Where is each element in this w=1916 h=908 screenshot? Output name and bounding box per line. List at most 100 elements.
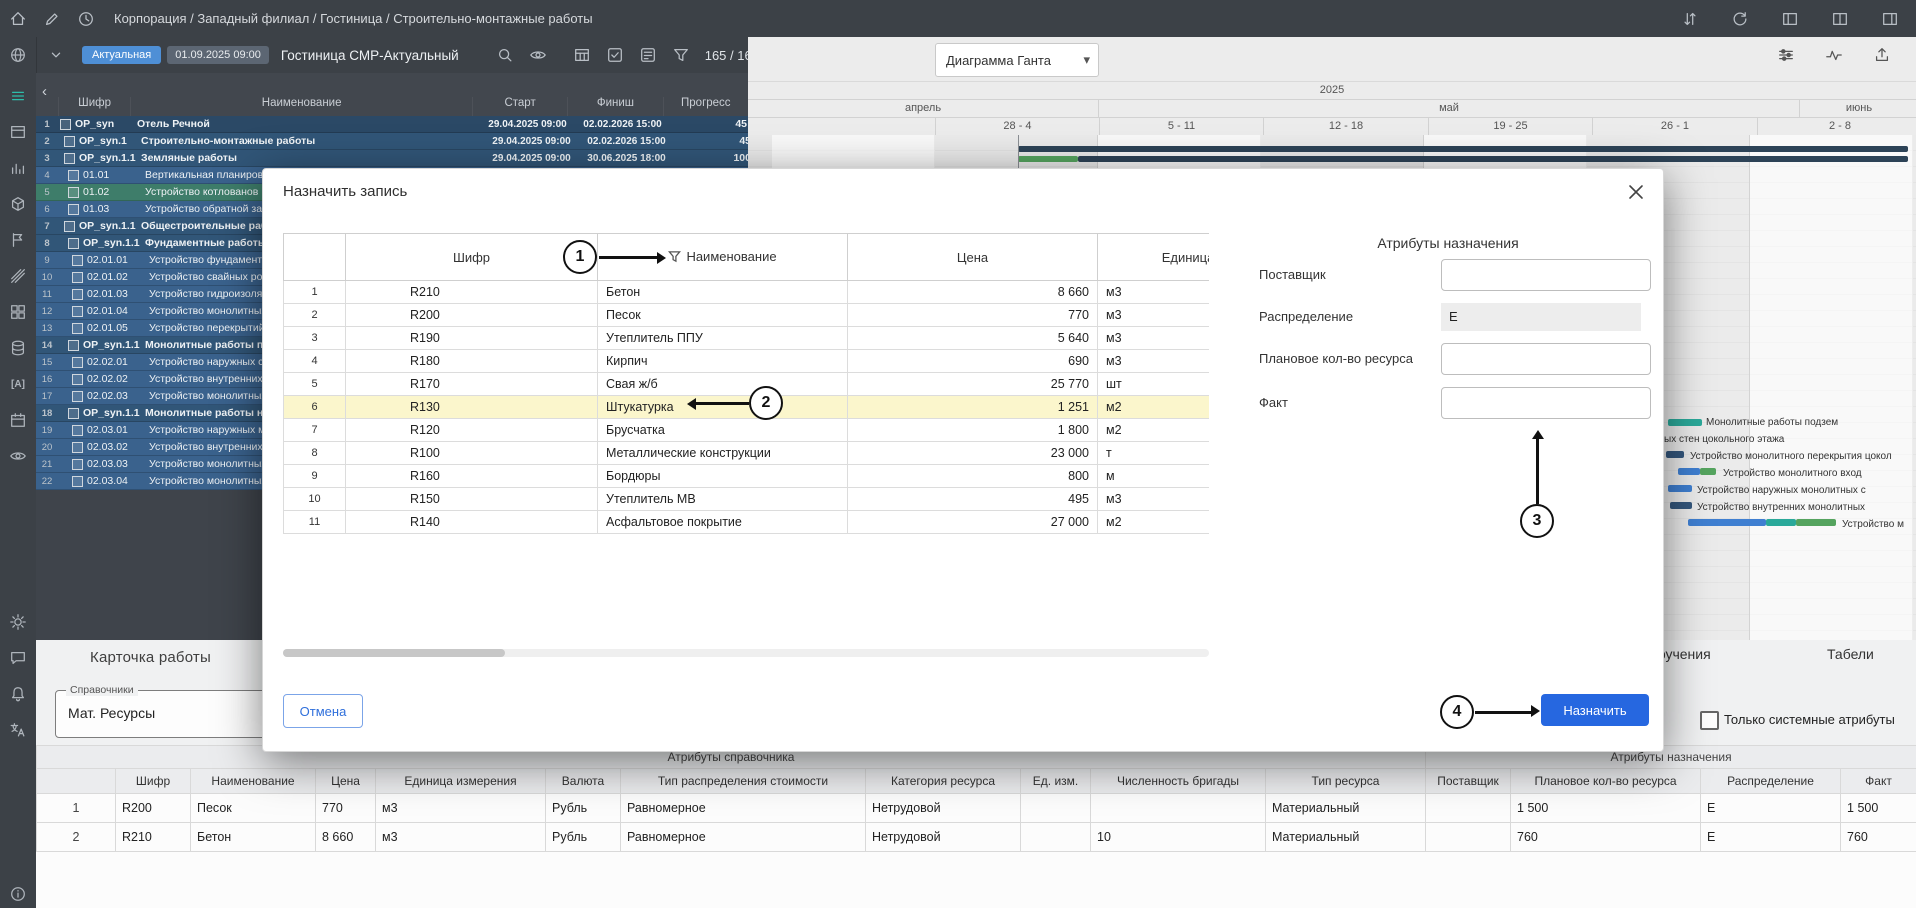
cube-icon[interactable] — [8, 194, 28, 214]
row-checkbox[interactable] — [64, 153, 75, 164]
date-badge[interactable]: 01.09.2025 09:00 — [167, 46, 269, 64]
eye-icon[interactable] — [8, 446, 28, 466]
summary-progress-bar[interactable] — [1018, 156, 1078, 162]
row-checkbox[interactable] — [68, 187, 79, 198]
resource-row[interactable]: 8R100Металлические конструкции23 000т — [284, 442, 1210, 465]
visibility-eye-icon[interactable] — [528, 45, 548, 65]
column-header[interactable]: Тип ресурса — [1266, 769, 1426, 794]
history-clock-icon[interactable] — [76, 9, 96, 29]
row-checkbox[interactable] — [68, 204, 79, 215]
filter-icon[interactable] — [671, 45, 691, 65]
row-checkbox[interactable] — [68, 408, 79, 419]
column-header[interactable]: Ед. изм. — [1021, 769, 1091, 794]
column-header[interactable]: Поставщик — [1426, 769, 1511, 794]
column-header-finish[interactable]: Финиш — [567, 97, 662, 116]
table-columns-icon[interactable] — [572, 45, 592, 65]
home-icon[interactable] — [8, 9, 28, 29]
filter-icon[interactable] — [668, 250, 681, 266]
column-header-start[interactable]: Старт — [472, 97, 567, 116]
active-module-list-icon[interactable] — [8, 86, 28, 106]
activity-chart-icon[interactable] — [1824, 45, 1844, 65]
assign-button[interactable]: Назначить — [1541, 694, 1649, 726]
export-icon[interactable] — [1872, 45, 1892, 65]
globe-icon[interactable] — [8, 45, 28, 65]
layout-left-icon[interactable] — [1780, 9, 1800, 29]
task-bar[interactable] — [1766, 519, 1796, 526]
bell-icon[interactable] — [8, 684, 28, 704]
row-checkbox[interactable] — [72, 306, 83, 317]
task-bar[interactable] — [1670, 502, 1692, 509]
column-header[interactable]: Единица измерения — [376, 769, 546, 794]
wbs-row[interactable]: 2OP_syn.1Строительно-монтажные работы29.… — [36, 133, 748, 150]
version-badge[interactable]: Актуальная — [82, 46, 161, 64]
table-row[interactable]: 2R210Бетон8 660м3РубльРавномерноеНетрудо… — [37, 823, 1916, 852]
refresh-icon[interactable] — [1730, 9, 1750, 29]
column-header-progress[interactable]: Прогресс — [663, 97, 748, 116]
column-header-price[interactable]: Цена — [848, 234, 1098, 281]
task-check-icon[interactable] — [605, 45, 625, 65]
row-checkbox[interactable] — [72, 289, 83, 300]
theme-brightness-icon[interactable] — [8, 612, 28, 632]
row-checkbox[interactable] — [72, 357, 83, 368]
chevron-down-icon[interactable] — [46, 45, 66, 65]
layout-right-icon[interactable] — [1880, 9, 1900, 29]
task-progress-bar[interactable] — [1700, 468, 1716, 475]
translate-icon[interactable] — [8, 720, 28, 740]
view-selector-dropdown[interactable]: Диаграмма Ганта ▾ — [935, 43, 1099, 77]
search-icon[interactable] — [495, 45, 515, 65]
row-checkbox[interactable] — [72, 255, 83, 266]
collapse-panel-icon[interactable]: ‹ — [42, 83, 47, 100]
resource-row[interactable]: 3R190Утеплитель ППУ5 640м3 — [284, 327, 1210, 350]
task-bar[interactable] — [1668, 485, 1692, 492]
resource-row[interactable]: 11R140Асфальтовое покрытие27 000м2 — [284, 511, 1210, 534]
hatch-lines-icon[interactable] — [8, 266, 28, 286]
row-checkbox[interactable] — [64, 221, 75, 232]
task-progress-bar[interactable] — [1796, 519, 1836, 526]
table-row[interactable]: 1R200Песок770м3РубльРавномерноеНетрудово… — [37, 794, 1916, 823]
row-checkbox[interactable] — [72, 272, 83, 283]
edit-pencil-icon[interactable] — [42, 9, 62, 29]
resource-row[interactable]: 10R150Утеплитель МВ495м3 — [284, 488, 1210, 511]
layout-split-icon[interactable] — [1830, 9, 1850, 29]
scrollbar-thumb[interactable] — [283, 649, 505, 657]
resource-row[interactable]: 1R210Бетон8 660м3 — [284, 281, 1210, 304]
horizontal-scrollbar[interactable] — [283, 649, 1209, 657]
column-header[interactable]: Факт — [1841, 769, 1916, 794]
column-header[interactable]: Шифр — [116, 769, 191, 794]
row-checkbox[interactable] — [68, 170, 79, 181]
row-checkbox[interactable] — [72, 476, 83, 487]
task-bar[interactable] — [1666, 451, 1684, 458]
row-checkbox[interactable] — [72, 374, 83, 385]
column-header-unit[interactable]: Единица измерения — [1098, 234, 1210, 281]
row-checkbox[interactable] — [72, 425, 83, 436]
close-icon[interactable] — [1625, 181, 1647, 203]
task-bar[interactable] — [1668, 419, 1702, 426]
row-checkbox[interactable] — [68, 340, 79, 351]
cancel-button[interactable]: Отмена — [283, 694, 363, 728]
bar-chart-icon[interactable] — [8, 158, 28, 178]
info-icon[interactable] — [8, 884, 28, 904]
database-icon[interactable] — [8, 338, 28, 358]
row-checkbox[interactable] — [72, 459, 83, 470]
column-header-name[interactable]: Наименование — [130, 97, 472, 116]
row-checkbox[interactable] — [72, 391, 83, 402]
row-checkbox[interactable] — [60, 119, 71, 130]
field-input[interactable] — [1441, 259, 1651, 291]
row-checkbox[interactable] — [64, 136, 75, 147]
column-header[interactable]: Численность бригады — [1091, 769, 1266, 794]
summary-task-bar[interactable] — [1078, 156, 1908, 162]
calendar-icon[interactable] — [8, 410, 28, 430]
resource-row[interactable]: 5R170Свая ж/б25 770шт — [284, 373, 1210, 396]
column-header[interactable]: Тип распределения стоимости — [621, 769, 866, 794]
resource-row[interactable]: 9R160Бордюры800м — [284, 465, 1210, 488]
row-checkbox[interactable] — [68, 238, 79, 249]
row-checkbox[interactable] — [72, 442, 83, 453]
wbs-row[interactable]: 3OP_syn.1.1.1Земляные работы29.04.2025 0… — [36, 150, 748, 167]
resource-row[interactable]: 6R130Штукатурка1 251м2 — [284, 396, 1210, 419]
resource-row[interactable]: 2R200Песок770м3 — [284, 304, 1210, 327]
column-header[interactable]: Наименование — [191, 769, 316, 794]
wbs-row[interactable]: 1OP_synОтель Речной29.04.2025 09:0002.02… — [36, 116, 748, 133]
column-header[interactable]: Цена — [316, 769, 376, 794]
column-header[interactable]: Плановое кол-во ресурса — [1511, 769, 1701, 794]
resource-row[interactable]: 7R120Брусчатка1 800м2 — [284, 419, 1210, 442]
